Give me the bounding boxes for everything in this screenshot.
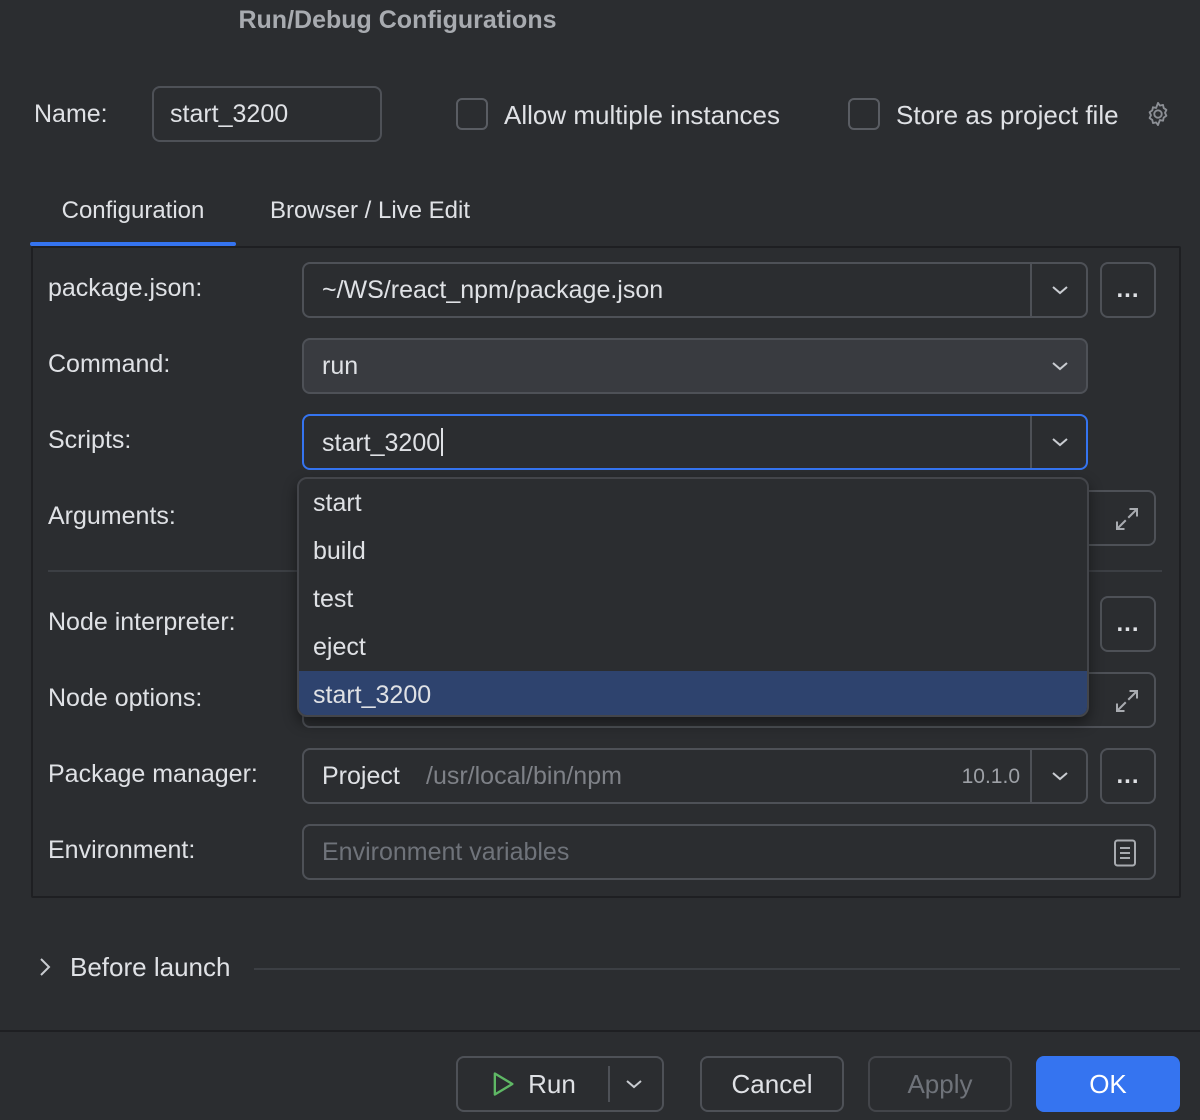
text-caret — [441, 428, 444, 456]
play-icon — [493, 1072, 514, 1096]
dropdown-option-start[interactable]: start — [299, 479, 1087, 527]
package-manager-version: 10.1.0 — [961, 765, 1020, 788]
before-launch-section[interactable]: Before launch — [0, 944, 1200, 990]
environment-input[interactable]: Environment variables — [302, 824, 1156, 880]
combo-divider — [1030, 416, 1032, 468]
store-as-project-file-label[interactable]: Store as project file — [896, 100, 1119, 131]
dialog-footer: Run Cancel Apply OK — [0, 1030, 1200, 1120]
package-manager-browse-button[interactable]: ... — [1100, 748, 1156, 804]
name-input[interactable]: start_3200 — [152, 86, 382, 142]
document-icon[interactable] — [1112, 838, 1138, 868]
apply-button[interactable]: Apply — [868, 1056, 1012, 1112]
run-button[interactable]: Run — [458, 1058, 608, 1110]
chevron-down-icon[interactable] — [624, 1078, 644, 1092]
scripts-dropdown-list: start build test eject start_3200 — [297, 477, 1089, 717]
tab-browser-live-edit-label: Browser / Live Edit — [269, 197, 471, 224]
tab-configuration[interactable]: Configuration — [30, 176, 236, 246]
scripts-combobox[interactable]: start_3200 — [302, 414, 1088, 470]
allow-multiple-instances-checkbox[interactable] — [456, 98, 488, 130]
package-manager-path: /usr/local/bin/npm — [426, 762, 622, 790]
tab-configuration-label: Configuration — [61, 197, 205, 224]
scripts-label: Scripts: — [48, 426, 132, 454]
package-json-browse-button[interactable]: ... — [1100, 262, 1156, 318]
chevron-down-icon[interactable] — [1050, 358, 1070, 374]
dropdown-option-start-3200[interactable]: start_3200 — [299, 671, 1087, 715]
expand-icon[interactable] — [1112, 504, 1142, 534]
name-label: Name: — [34, 100, 108, 128]
command-select[interactable]: run — [302, 338, 1088, 394]
combo-divider — [1030, 264, 1032, 316]
scripts-value[interactable]: start_3200 — [322, 428, 444, 458]
node-interpreter-browse-button[interactable]: ... — [1100, 596, 1156, 652]
environment-placeholder: Environment variables — [322, 838, 570, 866]
dropdown-option-build[interactable]: build — [299, 527, 1087, 575]
package-manager-label: Package manager: — [48, 760, 258, 788]
arguments-label: Arguments: — [48, 502, 176, 530]
before-launch-divider — [254, 968, 1180, 970]
chevron-down-icon[interactable] — [1050, 768, 1070, 784]
store-as-project-file-checkbox[interactable] — [848, 98, 880, 130]
cancel-button[interactable]: Cancel — [700, 1056, 844, 1112]
allow-multiple-instances-label[interactable]: Allow multiple instances — [504, 100, 780, 131]
name-row: Name: start_3200 Allow multiple instance… — [0, 86, 1200, 142]
command-value: run — [322, 352, 359, 380]
node-interpreter-label: Node interpreter: — [48, 608, 236, 636]
node-options-label: Node options: — [48, 684, 203, 712]
ok-button[interactable]: OK — [1036, 1056, 1180, 1112]
dropdown-option-eject[interactable]: eject — [299, 623, 1087, 671]
run-debug-configurations-dialog: Run/Debug Configurations Name: start_320… — [0, 0, 1200, 1120]
expand-icon[interactable] — [1112, 686, 1142, 716]
gear-icon[interactable] — [1144, 100, 1172, 128]
run-button-label: Run — [528, 1068, 576, 1099]
chevron-down-icon[interactable] — [1050, 434, 1070, 450]
run-button-group: Run — [456, 1056, 664, 1112]
combo-divider — [1030, 750, 1032, 802]
tab-browser-live-edit[interactable]: Browser / Live Edit — [242, 176, 498, 246]
run-button-separator — [608, 1066, 610, 1102]
command-label: Command: — [48, 350, 171, 378]
package-json-combobox[interactable]: ~/WS/react_npm/package.json — [302, 262, 1088, 318]
environment-label: Environment: — [48, 836, 196, 864]
package-json-label: package.json: — [48, 274, 203, 302]
chevron-right-icon[interactable] — [38, 956, 52, 978]
dropdown-option-test[interactable]: test — [299, 575, 1087, 623]
package-manager-value: Project — [322, 762, 400, 790]
dialog-title: Run/Debug Configurations — [238, 5, 557, 34]
package-json-value: ~/WS/react_npm/package.json — [322, 276, 664, 304]
package-manager-combobox[interactable]: Project /usr/local/bin/npm 10.1.0 — [302, 748, 1088, 804]
before-launch-label[interactable]: Before launch — [70, 952, 230, 983]
chevron-down-icon[interactable] — [1050, 282, 1070, 298]
